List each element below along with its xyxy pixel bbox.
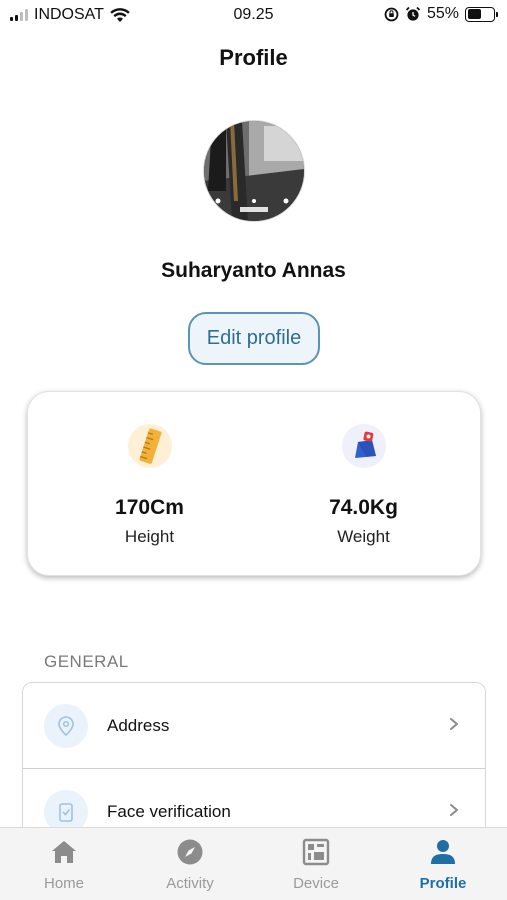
height-value: 170Cm bbox=[115, 496, 184, 519]
device-icon bbox=[302, 838, 330, 866]
orientation-lock-icon bbox=[384, 7, 399, 21]
weight-icon bbox=[341, 424, 386, 468]
bottom-nav: Home Activity Device Profile bbox=[0, 827, 507, 900]
status-bar: INDOSAT 09.25 55% bbox=[0, 0, 507, 32]
list-item-label: Face verification bbox=[107, 802, 231, 821]
list-item-address[interactable]: Address bbox=[23, 683, 485, 769]
nav-activity[interactable]: Activity bbox=[127, 828, 253, 900]
weight-label: Weight bbox=[337, 527, 390, 546]
battery-percent: 55% bbox=[426, 5, 459, 22]
height-stat: 170Cm Height bbox=[36, 392, 263, 577]
weight-stat: 74.0Kg Weight bbox=[250, 392, 477, 577]
height-label: Height bbox=[124, 527, 175, 546]
chevron-right-icon bbox=[450, 804, 458, 816]
weight-value: 74.0Kg bbox=[329, 496, 398, 519]
edit-profile-button[interactable]: Edit profile bbox=[188, 312, 320, 365]
ruler-icon bbox=[127, 424, 172, 468]
battery-icon bbox=[465, 6, 498, 22]
nav-device[interactable]: Device bbox=[253, 828, 379, 900]
person-icon bbox=[431, 840, 455, 864]
page-title: Profile bbox=[219, 45, 288, 70]
location-pin-icon bbox=[44, 704, 88, 748]
nav-label: Home bbox=[43, 875, 84, 892]
general-section-title: GENERAL bbox=[44, 652, 129, 671]
nav-home[interactable]: Home bbox=[1, 828, 127, 900]
home-icon bbox=[52, 841, 76, 863]
user-name: Suharyanto Annas bbox=[161, 259, 346, 282]
battery-fill bbox=[467, 9, 482, 19]
alarm-icon bbox=[405, 6, 421, 21]
compass-icon bbox=[177, 839, 203, 865]
nav-label: Device bbox=[293, 875, 339, 892]
nav-profile[interactable]: Profile bbox=[380, 828, 506, 900]
chevron-right-icon bbox=[450, 718, 458, 730]
avatar-photo bbox=[204, 121, 304, 221]
body-stats-card: 170Cm Height 74.0Kg Weight bbox=[27, 391, 481, 576]
list-item-label: Address bbox=[107, 716, 170, 735]
status-right: 55% bbox=[384, 5, 498, 23]
avatar[interactable] bbox=[204, 121, 304, 221]
nav-label: Profile bbox=[419, 875, 467, 892]
nav-label: Activity bbox=[166, 875, 214, 892]
